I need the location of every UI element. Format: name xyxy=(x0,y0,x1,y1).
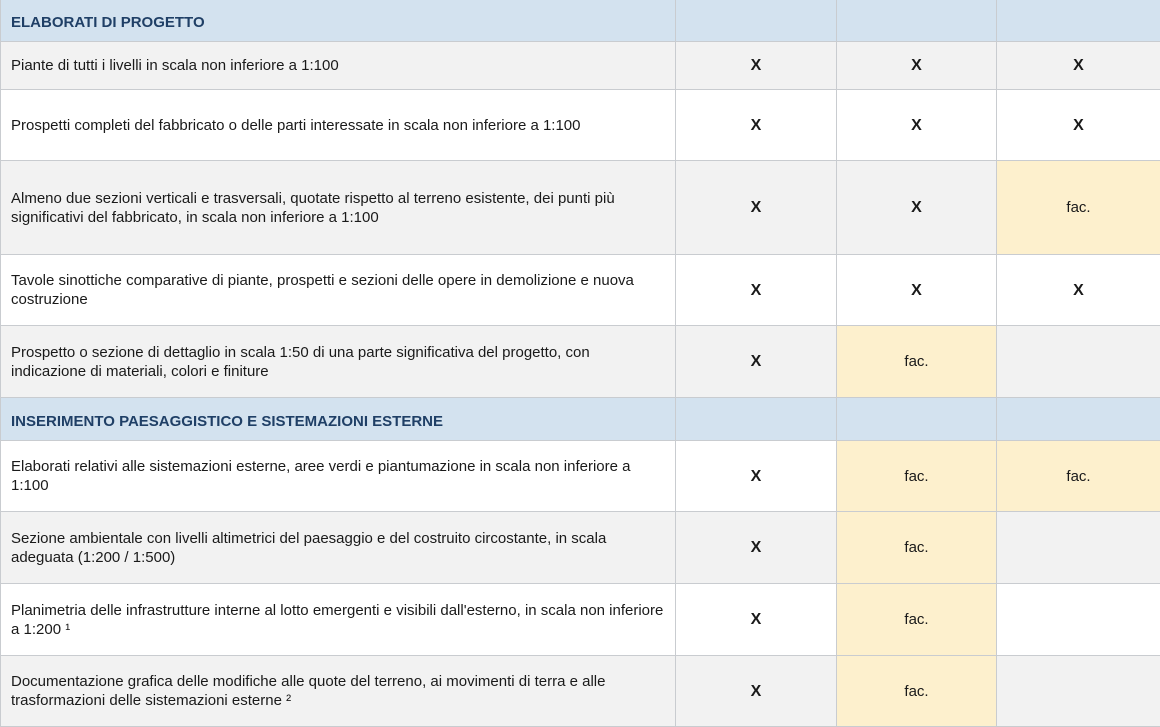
row-description: Almeno due sezioni verticali e trasversa… xyxy=(1,161,676,255)
table-row: Documentazione grafica delle modifiche a… xyxy=(1,656,1160,727)
table-row: Prospetto o sezione di dettaglio in scal… xyxy=(1,326,1160,398)
section-title: ELABORATI DI PROGETTO xyxy=(1,0,676,42)
cell-required: X xyxy=(997,42,1160,90)
cell-required: X xyxy=(676,584,837,656)
cell-required: X xyxy=(837,161,997,255)
cell-required: X xyxy=(676,255,837,326)
cell-optional: fac. xyxy=(997,161,1160,255)
table-row: Elaborati relativi alle sistemazioni est… xyxy=(1,441,1160,512)
cell-required: X xyxy=(676,42,837,90)
cell-empty xyxy=(997,512,1160,584)
section-header-cell xyxy=(837,0,997,42)
cell-required: X xyxy=(837,255,997,326)
cell-required: X xyxy=(676,161,837,255)
section-header-elaborati: ELABORATI DI PROGETTO xyxy=(1,0,1160,42)
cell-required: X xyxy=(676,512,837,584)
cell-required: X xyxy=(997,255,1160,326)
cell-required: X xyxy=(837,42,997,90)
table-row: Tavole sinottiche comparative di piante,… xyxy=(1,255,1160,326)
table-row: Almeno due sezioni verticali e trasversa… xyxy=(1,161,1160,255)
table-row: Planimetria delle infrastrutture interne… xyxy=(1,584,1160,656)
row-description: Tavole sinottiche comparative di piante,… xyxy=(1,255,676,326)
section-header-inserimento: INSERIMENTO PAESAGGISTICO E SISTEMAZIONI… xyxy=(1,398,1160,441)
cell-required: X xyxy=(676,90,837,161)
section-header-cell xyxy=(676,398,837,441)
cell-required: X xyxy=(837,90,997,161)
row-description: Sezione ambientale con livelli altimetri… xyxy=(1,512,676,584)
cell-optional: fac. xyxy=(837,656,997,727)
table-row: Piante di tutti i livelli in scala non i… xyxy=(1,42,1160,90)
section-header-cell xyxy=(997,0,1160,42)
row-description: Prospetti completi del fabbricato o dell… xyxy=(1,90,676,161)
cell-optional: fac. xyxy=(837,441,997,512)
section-header-cell xyxy=(997,398,1160,441)
row-description: Prospetto o sezione di dettaglio in scal… xyxy=(1,326,676,398)
cell-required: X xyxy=(676,656,837,727)
cell-empty xyxy=(997,656,1160,727)
row-description: Piante di tutti i livelli in scala non i… xyxy=(1,42,676,90)
cell-optional: fac. xyxy=(837,326,997,398)
section-title: INSERIMENTO PAESAGGISTICO E SISTEMAZIONI… xyxy=(1,398,676,441)
cell-empty xyxy=(997,584,1160,656)
cell-optional: fac. xyxy=(837,512,997,584)
cell-required: X xyxy=(997,90,1160,161)
section-header-cell xyxy=(837,398,997,441)
cell-optional: fac. xyxy=(837,584,997,656)
row-description: Documentazione grafica delle modifiche a… xyxy=(1,656,676,727)
cell-empty xyxy=(997,326,1160,398)
section-header-cell xyxy=(676,0,837,42)
cell-optional: fac. xyxy=(997,441,1160,512)
row-description: Elaborati relativi alle sistemazioni est… xyxy=(1,441,676,512)
requirements-table: ELABORATI DI PROGETTO Piante di tutti i … xyxy=(0,0,1160,727)
table-row: Sezione ambientale con livelli altimetri… xyxy=(1,512,1160,584)
table-row: Prospetti completi del fabbricato o dell… xyxy=(1,90,1160,161)
row-description: Planimetria delle infrastrutture interne… xyxy=(1,584,676,656)
cell-required: X xyxy=(676,326,837,398)
cell-required: X xyxy=(676,441,837,512)
